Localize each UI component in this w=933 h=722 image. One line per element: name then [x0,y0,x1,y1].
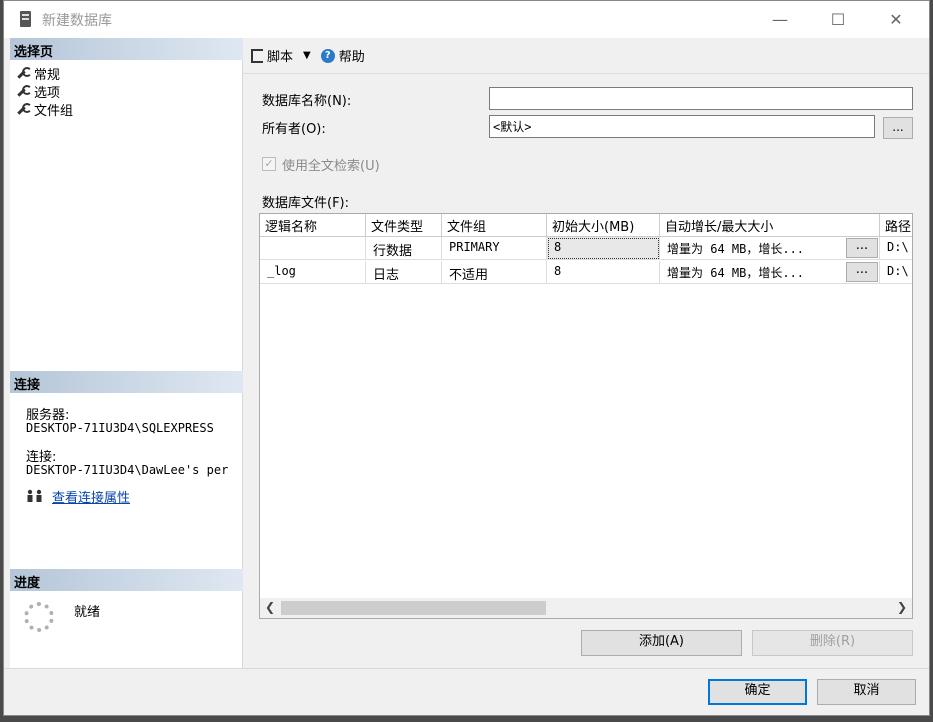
help-button[interactable]: 帮助 [339,46,365,65]
db-name-input[interactable] [489,87,913,110]
cell-initial-size[interactable]: 8 [547,237,660,260]
toolbar: 脚本 ▼ ? 帮助 [243,38,929,74]
main-pane: 脚本 ▼ ? 帮助 数据库名称(N): 所有者(O): <默认> ... ✓ 使… [243,38,929,668]
connection-properties-icon [27,489,42,502]
progress-status: 就绪 [74,605,101,620]
column-header[interactable]: 逻辑名称 [260,214,366,237]
wrench-icon [16,103,32,115]
progress-header: 进度 [10,569,243,591]
cell-logical-name[interactable]: _log [260,261,366,284]
grid-header-row: 逻辑名称 文件类型 文件组 初始大小(MB) 自动增长/最大大小 路径 [260,214,912,237]
cell-autogrowth[interactable]: 增量为 64 MB，增长... ... [660,237,880,260]
help-icon: ? [320,48,335,63]
column-header[interactable]: 文件类型 [366,214,442,237]
nav-item-filegroups[interactable]: 文件组 [16,100,74,119]
autogrowth-browse-button[interactable]: ... [846,238,878,258]
nav-item-label: 文件组 [34,103,74,119]
table-row[interactable]: _log 日志 不适用 8 增量为 64 MB，增长... ... D:\ [260,261,912,284]
wrench-icon [16,85,32,97]
script-dropdown-icon[interactable]: ▼ [303,50,311,61]
dialog-footer: 确定 取消 [4,668,929,715]
column-header[interactable]: 初始大小(MB) [547,214,660,237]
cell-initial-size[interactable]: 8 [547,261,660,284]
window-title: 新建数据库 [42,13,112,29]
db-files-grid[interactable]: 逻辑名称 文件类型 文件组 初始大小(MB) 自动增长/最大大小 路径 行数据 … [259,213,913,619]
autogrowth-text: 增量为 64 MB，增长... [667,242,805,256]
progress-spinner-icon [24,602,54,632]
horizontal-scrollbar[interactable]: ❮ ❯ [260,598,912,618]
nav-item-label: 选项 [34,85,61,101]
new-database-dialog: 新建数据库 — ☐ ✕ 选择页 常规 选项 文件组 连接 服务器: DESKTO… [3,0,930,716]
cell-file-type[interactable]: 日志 [366,261,442,284]
fulltext-checkbox[interactable]: ✓ [262,157,276,171]
cell-autogrowth[interactable]: 增量为 64 MB，增长... ... [660,261,880,284]
remove-button[interactable]: 删除(R) [752,630,913,656]
minimize-button[interactable]: — [751,1,809,38]
script-button[interactable]: 脚本 [267,46,293,65]
nav-item-label: 常规 [34,67,61,83]
app-icon [20,11,31,27]
connection-header: 连接 [10,371,243,393]
owner-input[interactable]: <默认> [489,115,875,138]
cell-path[interactable]: D:\ [880,261,912,284]
column-header[interactable]: 文件组 [442,214,547,237]
db-files-label: 数据库文件(F): [262,196,350,211]
scrollbar-thumb[interactable] [281,601,546,615]
db-name-label: 数据库名称(N): [262,94,352,109]
script-icon [251,48,263,63]
server-value: DESKTOP-71IU3D4\SQLEXPRESS [26,421,214,435]
nav-item-options[interactable]: 选项 [16,82,61,101]
scroll-left-icon[interactable]: ❮ [265,600,275,614]
cell-file-type[interactable]: 行数据 [366,237,442,260]
select-page-header: 选择页 [10,38,243,60]
column-header[interactable]: 路径 [880,214,912,237]
column-header[interactable]: 自动增长/最大大小 [660,214,880,237]
owner-browse-button[interactable]: ... [883,117,913,139]
scroll-right-icon[interactable]: ❯ [897,600,907,614]
view-connection-properties-link[interactable]: 查看连接属性 [52,487,130,506]
title-bar: 新建数据库 — ☐ ✕ [4,1,929,38]
cell-path[interactable]: D:\ [880,237,912,260]
connection-value: DESKTOP-71IU3D4\DawLee's per [26,463,229,477]
ok-button[interactable]: 确定 [708,679,807,705]
owner-label: 所有者(O): [262,122,326,137]
wrench-icon [16,67,32,79]
cancel-button[interactable]: 取消 [817,679,916,705]
cell-logical-name[interactable] [260,237,366,260]
cell-filegroup[interactable]: 不适用 [442,261,547,284]
fulltext-label: 使用全文检索(U) [282,159,380,174]
nav-item-general[interactable]: 常规 [16,64,61,83]
table-row[interactable]: 行数据 PRIMARY 8 增量为 64 MB，增长... ... D:\ [260,237,912,260]
autogrowth-browse-button[interactable]: ... [846,262,878,282]
cell-filegroup[interactable]: PRIMARY [442,237,547,260]
autogrowth-text: 增量为 64 MB，增长... [667,266,805,280]
close-button[interactable]: ✕ [867,1,925,38]
maximize-button[interactable]: ☐ [809,1,867,38]
add-button[interactable]: 添加(A) [581,630,742,656]
left-pane: 选择页 常规 选项 文件组 连接 服务器: DESKTOP-71IU3D4\SQ… [10,38,243,668]
